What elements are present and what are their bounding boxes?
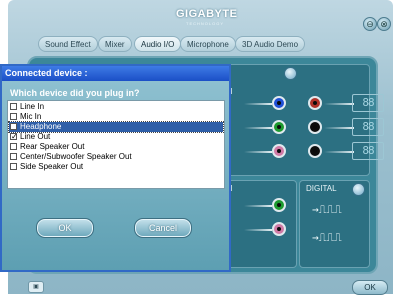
channel-display: 88 [352,94,384,112]
option-label: Line Out [20,132,51,141]
wire-line [244,151,272,153]
spdif-out-icon: →⎍⎍⎍ [312,231,342,244]
tab-3d-audio-demo[interactable]: 3D Audio Demo [235,36,306,52]
jack-green[interactable] [272,198,286,212]
device-option-center-subwoofer-out[interactable]: Center/Subwoofer Speaker Out [9,152,223,162]
checkbox[interactable] [10,143,17,150]
checkbox[interactable] [10,113,17,120]
device-option-headphone[interactable]: Headphone [8,121,224,133]
wire-line [244,103,272,105]
brand-tagline: TECHNOLOGY [186,21,225,26]
checkbox[interactable] [10,163,17,170]
dialog-title: Connected device : [2,66,229,81]
jack-black[interactable] [308,120,322,134]
wire-line [244,229,272,231]
close-button[interactable]: ⊗ [377,17,391,31]
jack-pink[interactable] [272,144,286,158]
jack-green[interactable] [272,120,286,134]
tab-mixer[interactable]: Mixer [98,36,132,52]
wire-line [324,151,354,153]
checkbox[interactable] [10,123,17,130]
wire-line [244,205,272,207]
minimize-button[interactable]: ⊖ [363,17,377,31]
channel-display: 88 [352,118,384,136]
device-option-mic-in[interactable]: Mic In [9,112,223,122]
title-bar: GIGABYTE TECHNOLOGY ⊖ ⊗ [8,0,393,36]
device-option-rear-speaker-out[interactable]: Rear Speaker Out [9,142,223,152]
device-option-line-in[interactable]: Line In [9,102,223,112]
option-label: Line In [20,102,45,111]
tab-sound-effect[interactable]: Sound Effect [38,36,98,52]
connected-device-dialog: Connected device : Which device did you … [0,64,231,272]
spdif-out-icon: →⎍⎍⎍ [312,203,342,216]
jack-blue[interactable] [272,96,286,110]
dialog-question: Which device did you plug in? [10,88,140,98]
device-option-side-speaker-out[interactable]: Side Speaker Out [9,162,223,172]
option-label: Headphone [20,122,62,131]
dialog-body: Which device did you plug in? Line In Mi… [2,81,229,270]
checkbox-checked[interactable]: ✓ [10,133,18,141]
option-label: Center/Subwoofer Speaker Out [20,152,132,161]
tab-bar: Sound Effect Mixer Audio I/O Microphone … [38,36,368,52]
settings-icon[interactable]: ▣ [28,281,44,293]
dialog-cancel-button[interactable]: Cancel [134,218,192,238]
device-option-line-out[interactable]: ✓ Line Out [9,132,223,142]
dialog-ok-button[interactable]: OK [36,218,94,238]
checkbox[interactable] [10,153,17,160]
digital-panel: DIGITAL →⎍⎍⎍ →⎍⎍⎍ [299,180,370,268]
main-ok-button[interactable]: OK [352,280,388,295]
channel-display: 88 [352,142,384,160]
option-label: Rear Speaker Out [20,142,85,151]
analog-back-panel: al 88 88 88 [223,64,384,176]
checkbox[interactable] [10,103,17,110]
wire-line [324,127,354,129]
wire-line [244,127,272,129]
jack-black[interactable] [308,144,322,158]
analog-front-panel: al [223,180,297,268]
option-label: Side Speaker Out [20,162,84,171]
tab-microphone[interactable]: Microphone [180,36,236,52]
tab-audio-io[interactable]: Audio I/O [134,36,182,52]
digital-label: DIGITAL [306,184,337,193]
info-icon[interactable] [284,67,297,80]
jack-pink[interactable] [272,222,286,236]
wire-line [324,103,354,105]
brand-logo: GIGABYTE [176,8,238,20]
device-list[interactable]: Line In Mic In Headphone ✓ Line Out Rear… [7,100,225,189]
info-icon[interactable] [352,183,365,196]
jack-red[interactable] [308,96,322,110]
option-label: Mic In [20,112,42,121]
